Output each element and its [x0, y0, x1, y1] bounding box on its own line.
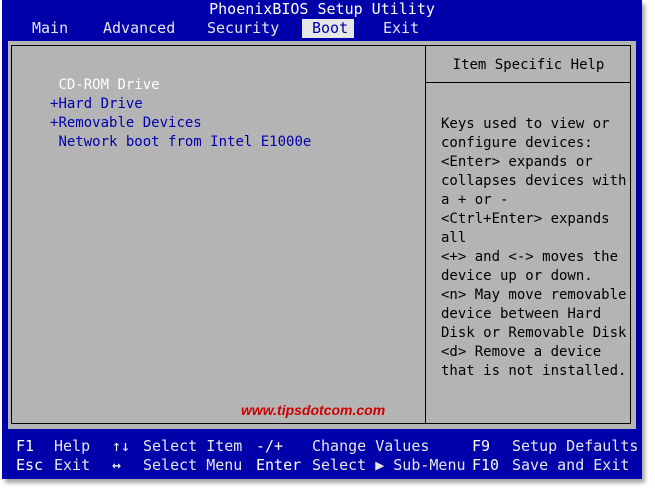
window-title: PhoenixBIOS Setup Utility [209, 0, 435, 18]
help-text: Keys used to view or configure devices: … [441, 115, 629, 381]
arrows-left-right-icon: ↔ [112, 456, 122, 474]
key-minus-plus[interactable]: -/+ [256, 437, 283, 456]
help-title: Item Specific Help [452, 57, 605, 73]
boot-item-label: Removable Devices [58, 115, 202, 131]
help-line: that is not installed. [441, 363, 627, 379]
arrows-up-down-icon: ↑↓ [112, 437, 131, 455]
panel-divider [425, 45, 426, 424]
help-line: a + or - [441, 192, 509, 208]
select-menu-desc: Select Menu [143, 456, 243, 474]
help-line: <+> and <-> moves the [441, 249, 619, 265]
boot-item-cdrom[interactable]: CD-ROM Drive [50, 76, 160, 95]
key-f1[interactable]: F1 [16, 437, 34, 456]
menu-tab-exit[interactable]: Exit [373, 19, 429, 38]
key-esc[interactable]: Esc [16, 456, 43, 475]
key-f10[interactable]: F10 [472, 456, 499, 475]
key-legend-footer: F1 Help ↑↓ Select Item -/+ Change Values… [2, 434, 642, 479]
key-f9[interactable]: F9 [472, 437, 490, 456]
menu-tab-security[interactable]: Security [197, 19, 289, 38]
boot-item-label: Hard Drive [58, 96, 143, 112]
help-line: device between Hard [441, 306, 602, 322]
key-f1-desc: Help [54, 437, 91, 455]
change-values-desc: Change Values [312, 437, 430, 455]
help-line: device up or down. [441, 268, 593, 284]
help-line: configure devices: [441, 135, 593, 151]
setup-defaults-desc: Setup Defaults [512, 437, 639, 455]
boot-item-hard-drive[interactable]: +Hard Drive [50, 95, 143, 114]
help-line: <d> Remove a device [441, 344, 602, 360]
select-submenu-desc: Select ▶ Sub-Menu [312, 456, 466, 474]
save-exit-desc: Save and Exit [512, 456, 630, 474]
menu-bar: Main Advanced Security Boot Exit [2, 19, 642, 38]
boot-item-network[interactable]: Network boot from Intel E1000e [50, 133, 311, 152]
main-panel: CD-ROM Drive +Hard Drive +Removable Devi… [8, 41, 636, 429]
select-item-desc: Select Item [143, 437, 243, 455]
menu-tab-boot[interactable]: Boot [302, 19, 354, 38]
key-enter[interactable]: Enter [256, 456, 301, 475]
boot-item-label: CD-ROM Drive [58, 77, 160, 93]
help-line: Disk or Removable Disk [441, 325, 627, 341]
help-line: <n> May move removable [441, 287, 627, 303]
help-header-divider [426, 82, 631, 83]
help-line: <Ctrl+Enter> expands [441, 211, 610, 227]
help-line: <Enter> expands or [441, 154, 593, 170]
boot-item-label: Network boot from Intel E1000e [58, 134, 312, 150]
boot-item-removable[interactable]: +Removable Devices [50, 114, 202, 133]
key-esc-desc: Exit [54, 456, 91, 474]
help-line: Keys used to view or [441, 116, 610, 132]
menu-tab-main[interactable]: Main [22, 19, 78, 38]
menu-tab-advanced[interactable]: Advanced [93, 19, 185, 38]
watermark-text: www.tipsdotcom.com [241, 402, 386, 418]
help-line: collapses devices with [441, 173, 627, 189]
bios-screen: PhoenixBIOS Setup Utility Main Advanced … [2, 0, 642, 479]
help-line: all [441, 230, 467, 246]
